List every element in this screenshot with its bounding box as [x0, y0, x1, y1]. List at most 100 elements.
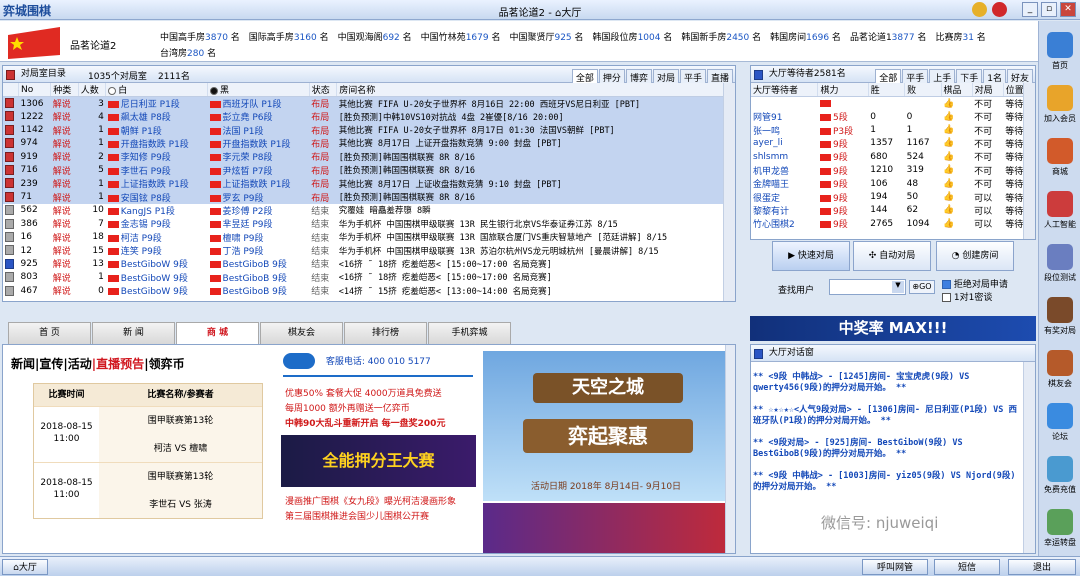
waiting-row[interactable]: 黎黎有计 9段 144 62 👍 可以 等待 [751, 204, 1035, 217]
promo-link-2[interactable]: 每周1000 额外再赠送一亿弈币 [285, 402, 475, 417]
game-row[interactable]: 1142 解说 1 朝鲜 P1段 法国 P1段 布局 其他比赛 FIFA U-20女子世界杯… [3, 123, 735, 137]
game-row[interactable]: 803 解说 1 BestGiboW 9段 BestGiboB 9段 结束 <16挤 ˜ 1… [3, 271, 735, 284]
room-link[interactable]: 品茗论道13877 名 [850, 30, 927, 43]
game-row[interactable]: 12 解说 15 连笑 P9段 丁浩 P9段 结束 华为手机杯 中国围棋甲级联赛 13R 苏… [3, 244, 735, 257]
sms-button[interactable]: 短信 [934, 559, 1000, 575]
t-icon[interactable] [992, 2, 1007, 17]
bottom-tab[interactable]: 棋友会 [260, 322, 343, 344]
promo-link-4[interactable]: 漫画推广围棋《女九段》曝光柯洁漫画形象 [285, 495, 475, 510]
sidebar-item[interactable]: 免费充值 [1041, 453, 1079, 501]
waiting-tab[interactable]: 平手 [902, 69, 929, 84]
sidebar-item[interactable]: 商城 [1041, 135, 1079, 183]
bottom-tab[interactable]: 手机弈城 [428, 322, 511, 344]
game-row[interactable]: 716 解说 5 李世石 P9段 尹炫晳 P7段 布局 [胜负预测]韩国围棋联赛 8R 8/… [3, 163, 735, 177]
game-row[interactable]: 16 解说 18 柯洁 P9段 檀啸 P9段 结束 华为手机杯 中国围棋甲级联赛 13R 国… [3, 231, 735, 244]
waiting-row[interactable]: 👍 不可 等待 [751, 97, 1035, 110]
room-link[interactable]: 韩国新手房2450 名 [681, 30, 761, 43]
banner-score-king[interactable]: 全能押分王大赛 [281, 435, 476, 487]
search-user-input[interactable]: ▼ [829, 279, 906, 295]
status-hall-button[interactable]: ⌂大厅 [2, 559, 48, 575]
waiting-row[interactable]: 张一鸣 P3段 1 1 👍 不可 等待 [751, 123, 1035, 137]
games-tab[interactable]: 押分 [598, 69, 625, 84]
room-link[interactable]: 中国竹林苑1679 名 [421, 30, 501, 43]
waiting-tab[interactable]: 上手 [929, 69, 956, 84]
games-tab[interactable]: 直播 [706, 69, 733, 84]
bottom-tab[interactable]: 商 城 [176, 322, 259, 344]
news-tab[interactable]: |宣传 [35, 357, 63, 371]
game-row[interactable]: 386 解说 7 金志锡 P9段 芈昱廷 P9段 结束 华为手机杯 中国围棋甲级联赛 13R… [3, 217, 735, 230]
chat-scrollbar[interactable] [1023, 362, 1035, 553]
news-tab[interactable]: 新闻 [11, 357, 35, 371]
news-tab[interactable]: |领弈币 [144, 357, 184, 371]
sidebar-item[interactable]: 首页 [1041, 29, 1079, 77]
qq-icon[interactable] [972, 2, 987, 17]
bottom-tab[interactable]: 首 页 [8, 322, 91, 344]
waiting-tab[interactable]: 1名 [983, 69, 1006, 84]
minimize-icon[interactable]: _ [1022, 2, 1038, 17]
dropdown-icon[interactable]: ▼ [892, 281, 904, 293]
game-row[interactable]: 239 解说 1 上证指数跌 P1段 上证指数跌 P1段 布局 其他比赛 8月17日 上证收… [3, 176, 735, 191]
jackpot-ad-banner[interactable]: 中奖率 MAX!!! [750, 316, 1036, 341]
game-row[interactable]: 1222 解说 4 飙太雄 P8段 彭立堯 P6段 布局 [胜负预测]中韩10VS10对抗战… [3, 110, 735, 124]
room-link[interactable]: 台湾房280 名 [160, 46, 216, 59]
sidebar-item[interactable]: 人工智能 [1041, 188, 1079, 236]
waiting-row[interactable]: 网管91 5段 0 0 👍 不可 等待 [751, 110, 1035, 124]
game-row[interactable]: 974 解说 1 开盘指数跌 P1段 开盘指数跌 P1段 布局 其他比赛 8月17日 上证开… [3, 136, 735, 151]
promo-link-3[interactable]: 中韩90大乱斗重新开启 每一盘奖200元 [285, 417, 475, 432]
sidebar-item[interactable]: 有奖对局 [1041, 294, 1079, 342]
banner-small[interactable] [483, 503, 729, 553]
room-link[interactable]: 国际高手房3160 名 [249, 30, 329, 43]
exit-button[interactable]: 退出 [1008, 559, 1076, 575]
private-chat-option[interactable]: 1对1密谈 [942, 290, 992, 303]
news-scrollbar[interactable] [725, 345, 735, 553]
promo-link-1[interactable]: 优惠50% 套餐大促 4000万道具免费送 [285, 387, 475, 402]
players[interactable]: 李世石 VS 张涛 [99, 491, 262, 519]
hotline[interactable]: 客服电话: 400 010 5177 [326, 357, 431, 367]
waiting-row[interactable]: 竹心围棋2 9段 2765 1094 👍 可以 等待 [751, 217, 1035, 231]
waiting-tab[interactable]: 好友 [1006, 69, 1033, 84]
sidebar-item[interactable]: 棋友会 [1041, 347, 1079, 395]
waiting-row[interactable]: ayer_li 9段 1357 1167 👍 不可 等待 [751, 137, 1035, 150]
games-tab[interactable]: 对局 [652, 69, 679, 84]
waiting-tab[interactable]: 下手 [956, 69, 983, 84]
game-row[interactable]: 919 解说 2 李知修 P9段 李元荣 P8段 布局 [胜负预测]韩国围棋联赛 8R 8/… [3, 150, 735, 164]
games-tab[interactable]: 平手 [679, 69, 706, 84]
go-button[interactable]: ⊕GO [909, 280, 935, 294]
refuse-checkbox[interactable] [942, 280, 951, 289]
room-link[interactable]: 中国观海阁692 名 [338, 30, 412, 43]
room-link[interactable]: 中国聚贤厅925 名 [509, 30, 583, 43]
games-scrollbar[interactable] [723, 83, 735, 301]
auto-match-button[interactable]: ✣ 自动对局 [853, 241, 931, 271]
banner-sky-city[interactable]: 天空之城 弈起聚惠 活动日期 2018年 8月14日- 9月10日 [483, 351, 729, 501]
bottom-tab[interactable]: 排行榜 [344, 322, 427, 344]
games-tab[interactable]: 全部 [571, 69, 598, 84]
sidebar-item[interactable]: 幸运转盘 [1041, 506, 1079, 554]
room-link[interactable]: 韩国段位房1004 名 [593, 30, 673, 43]
call-admin-button[interactable]: 呼叫网管 [862, 559, 928, 575]
private-chat-checkbox[interactable] [942, 293, 951, 302]
close-icon[interactable]: ✕ [1060, 2, 1076, 17]
maximize-icon[interactable]: ▫ [1041, 2, 1057, 17]
game-row[interactable]: 1306 解说 3 尼日利亚 P1段 西班牙队 P1段 布局 其他比赛 FIFA U-20女… [3, 96, 735, 110]
promo-link-5[interactable]: 第三届围棋推进会国少儿围棋公开赛 [285, 510, 475, 525]
waiting-row[interactable]: 金牌喵王 9段 106 48 👍 不可 等待 [751, 177, 1035, 191]
game-row[interactable]: 562 解说 10 KangJS P1段 姜珍傅 P2段 结束 究覆娃 暗矗羞荐隳 8瞬 [3, 204, 735, 217]
game-row[interactable]: 467 解说 0 BestGiboW 9段 BestGiboB 9段 结束 <14挤 ˜ 1… [3, 284, 735, 297]
news-tab[interactable]: |活动 [63, 357, 91, 371]
players[interactable]: 柯洁 VS 檀啸 [99, 435, 262, 463]
waiting-row[interactable]: shlsmm 9段 680 524 👍 不可 等待 [751, 150, 1035, 164]
games-tab[interactable]: 博弈 [625, 69, 652, 84]
quick-match-button[interactable]: ▶ 快速对局 [772, 241, 850, 271]
waiting-row[interactable]: 很蛋定 9段 194 50 👍 可以 等待 [751, 190, 1035, 204]
news-tab[interactable]: |直播预告 [92, 357, 144, 371]
sidebar-item[interactable]: 加入会员 [1041, 82, 1079, 130]
waiting-row[interactable]: 机甲龙兽 9段 1210 319 👍 不可 等待 [751, 164, 1035, 177]
room-link[interactable]: 中国高手房3870 名 [160, 30, 240, 43]
game-row[interactable]: 71 解说 1 安国铉 P8段 罗玄 P9段 布局 [胜负预测]韩国围棋联赛 8R 8/16 [3, 190, 735, 204]
room-link[interactable]: 韩国房间1696 名 [770, 30, 841, 43]
sidebar-item[interactable]: 论坛 [1041, 400, 1079, 448]
create-room-button[interactable]: ◔ 创建房间 [936, 241, 1014, 271]
game-row[interactable]: 925 解说 13 BestGiboW 9段 BestGiboB 9段 结束 <16挤 ˜ … [3, 257, 735, 270]
bottom-tab[interactable]: 新 闻 [92, 322, 175, 344]
waiting-scrollbar[interactable] [1023, 83, 1035, 239]
